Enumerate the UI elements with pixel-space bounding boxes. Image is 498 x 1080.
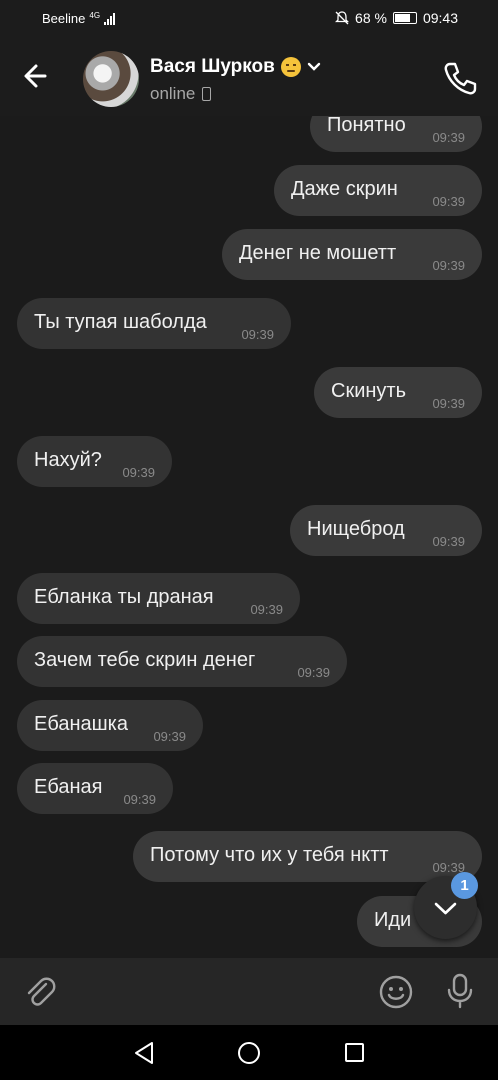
message-text: Ебанашка bbox=[34, 713, 128, 735]
message-time: 09:39 bbox=[432, 534, 465, 549]
message-text: Денег не мошетт bbox=[239, 242, 397, 264]
carrier-info: Beeline 4G bbox=[42, 11, 116, 26]
message-bubble[interactable]: Понятно 09:39 bbox=[310, 116, 482, 152]
message-time: 09:39 bbox=[241, 327, 274, 342]
message-text: Понятно bbox=[327, 116, 406, 136]
nav-home-circle-icon[interactable] bbox=[238, 1042, 260, 1064]
message-bubble[interactable]: Денег не мошетт 09:39 bbox=[222, 229, 482, 280]
online-status: online bbox=[150, 84, 196, 103]
nav-recents-square-icon[interactable] bbox=[345, 1043, 364, 1062]
status-right: 68 % 09:43 bbox=[335, 10, 458, 26]
mute-bell-icon bbox=[335, 11, 350, 25]
system-navigation-bar bbox=[0, 1025, 498, 1080]
message-text: Ты тупая шаболда bbox=[34, 311, 207, 333]
message-bubble[interactable]: Ты тупая шаболда 09:39 bbox=[17, 298, 291, 349]
message-text: Нищеброд bbox=[307, 518, 405, 540]
message-text: Зачем тебе скрин денег bbox=[34, 649, 256, 671]
mobile-device-icon bbox=[202, 87, 212, 101]
carrier-name: Beeline bbox=[42, 11, 86, 26]
message-text: Ебаная bbox=[34, 776, 103, 798]
message-time: 09:39 bbox=[153, 729, 186, 744]
attach-paperclip-icon[interactable] bbox=[22, 973, 58, 1009]
signal-icon bbox=[104, 12, 116, 25]
message-text: Даже скрин bbox=[291, 178, 398, 200]
message-bubble[interactable]: Нахуй? 09:39 bbox=[17, 436, 172, 487]
message-time: 09:39 bbox=[432, 258, 465, 273]
message-time: 09:39 bbox=[297, 665, 330, 680]
emoji-icon bbox=[280, 57, 301, 77]
message-time: 09:39 bbox=[432, 194, 465, 209]
message-list[interactable]: Понятно 09:39 Даже скрин 09:39 Денег не … bbox=[0, 116, 498, 958]
message-text: Нахуй? bbox=[34, 449, 102, 471]
message-time: 09:39 bbox=[432, 130, 465, 145]
message-bubble[interactable]: Скинуть 09:39 bbox=[314, 367, 482, 418]
message-time: 09:39 bbox=[250, 602, 283, 617]
network-type: 4G bbox=[89, 11, 101, 20]
message-time: 09:39 bbox=[432, 396, 465, 411]
message-bubble[interactable]: Ебанашка 09:39 bbox=[17, 700, 203, 751]
message-text: Потому что их у тебя нктт bbox=[150, 844, 389, 866]
message-bubble[interactable]: Даже скрин 09:39 bbox=[274, 165, 482, 216]
clock: 09:43 bbox=[422, 10, 458, 26]
status-bar: Beeline 4G 68 % 09:43 bbox=[0, 0, 498, 36]
chat-header: Вася Шурков online bbox=[0, 36, 498, 116]
back-arrow-icon[interactable] bbox=[20, 56, 58, 96]
nav-back-triangle-icon[interactable] bbox=[132, 1040, 156, 1066]
message-text: Ебланка ты драная bbox=[34, 586, 214, 608]
message-text: Скинуть bbox=[331, 380, 406, 402]
microphone-icon[interactable] bbox=[442, 972, 478, 1010]
message-time: 09:39 bbox=[123, 792, 156, 807]
message-time: 09:39 bbox=[122, 465, 155, 480]
chevron-down-icon bbox=[307, 62, 320, 71]
avatar[interactable] bbox=[83, 51, 139, 107]
contact-name: Вася Шурков bbox=[150, 56, 275, 77]
unread-badge: 1 bbox=[451, 872, 478, 899]
online-status-row: online bbox=[150, 84, 212, 104]
message-bubble[interactable]: Нищеброд 09:39 bbox=[290, 505, 482, 556]
emoji-smile-icon[interactable] bbox=[378, 974, 414, 1010]
message-bubble[interactable]: Ебаная 09:39 bbox=[17, 763, 173, 814]
phone-call-icon[interactable] bbox=[440, 58, 480, 98]
contact-name-row[interactable]: Вася Шурков bbox=[150, 56, 321, 78]
battery-percent: 68 % bbox=[355, 10, 387, 26]
message-bubble[interactable]: Потому что их у тебя нктт 09:39 bbox=[133, 831, 482, 882]
message-composer bbox=[0, 958, 498, 1025]
message-bubble[interactable]: Ебланка ты драная 09:39 bbox=[17, 573, 300, 624]
battery-icon bbox=[392, 12, 417, 24]
message-bubble[interactable]: Зачем тебе скрин денег 09:39 bbox=[17, 636, 347, 687]
message-text: Иди bbox=[374, 909, 412, 931]
